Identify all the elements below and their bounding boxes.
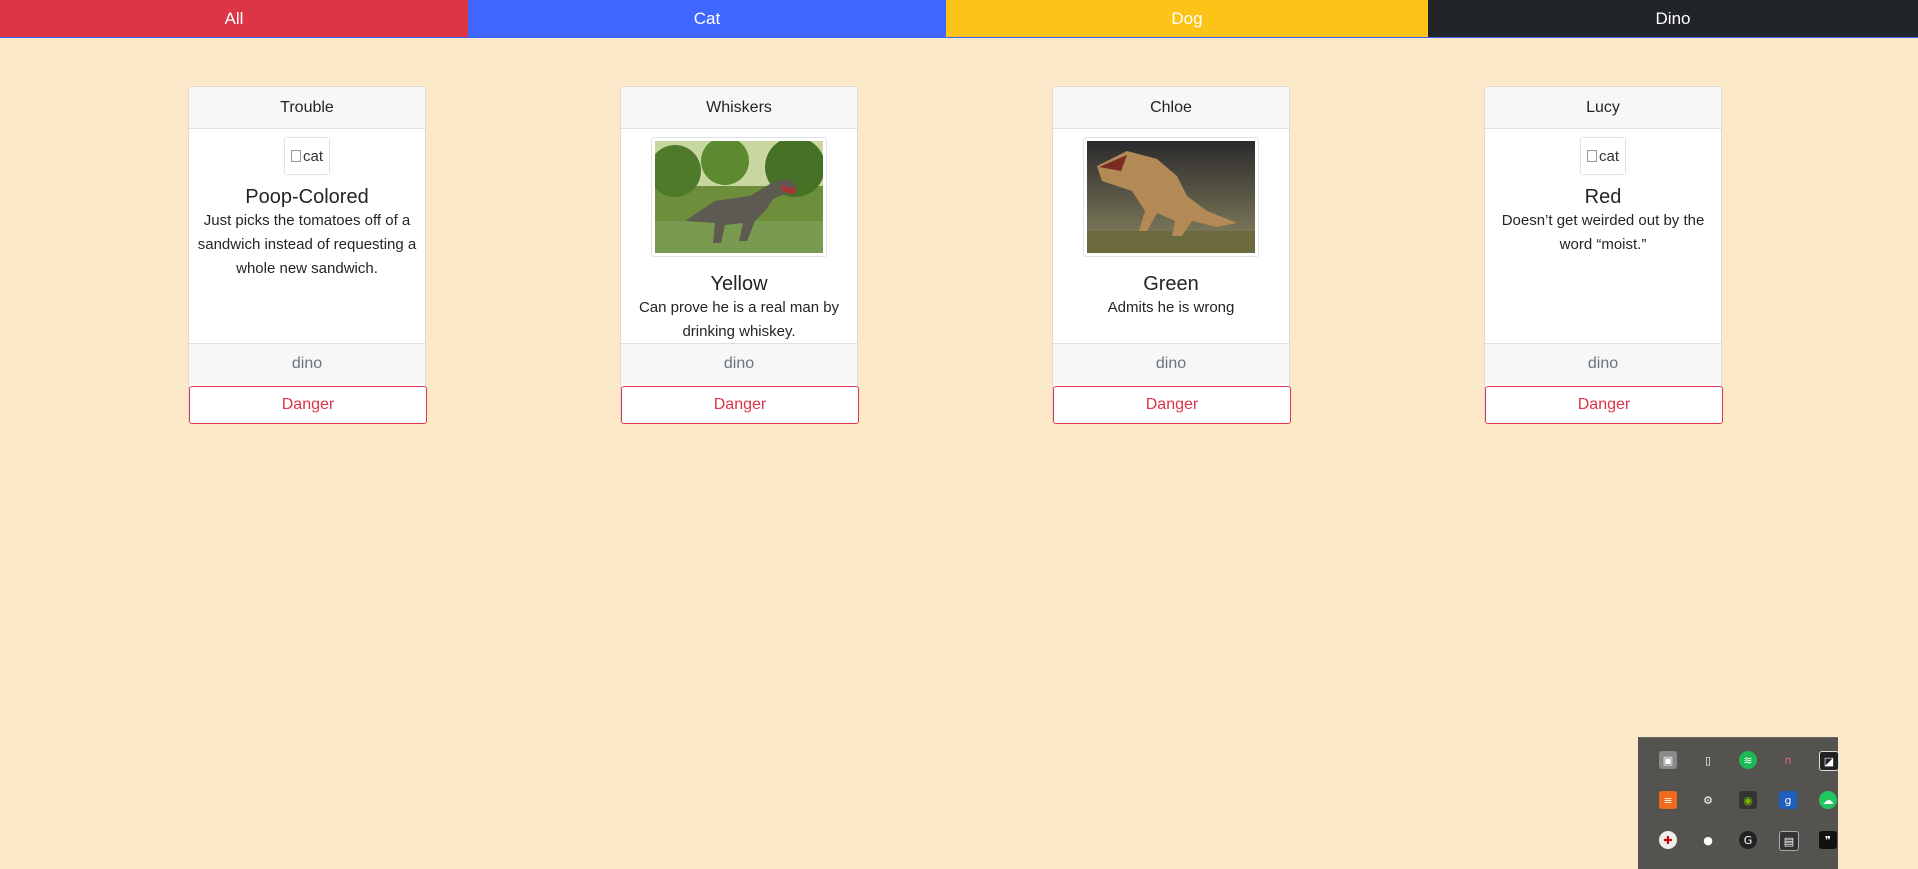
- image-alt-text: cat: [302, 147, 323, 165]
- pet-description: Admits he is wrong: [1107, 299, 1235, 316]
- danger-button[interactable]: Danger: [189, 386, 427, 424]
- quote-icon[interactable]: ❞: [1819, 831, 1837, 849]
- microphone-icon[interactable]: ●: [1699, 831, 1717, 849]
- broken-image-icon: [290, 150, 301, 162]
- pet-card: Chloe Green Admits he is wrong dino Dang…: [1052, 86, 1291, 424]
- pet-image: [1083, 137, 1259, 257]
- pet-color: Red: [1584, 186, 1622, 208]
- card-header: Whiskers: [621, 87, 857, 129]
- pet-image-broken: cat: [284, 137, 330, 175]
- pet-type: dino: [189, 343, 425, 384]
- tab-cat[interactable]: Cat: [468, 0, 946, 37]
- card-body: Yellow Can prove he is a real man by dri…: [621, 129, 857, 343]
- shield-icon[interactable]: ✚: [1659, 831, 1677, 849]
- pet-color: Poop-Colored: [245, 186, 369, 208]
- pet-description: Doesn’t get weirded out by the word “moi…: [1501, 212, 1705, 253]
- tab-dino[interactable]: Dino: [1428, 0, 1918, 37]
- monitor-icon[interactable]: ▤: [1779, 831, 1799, 851]
- danger-button[interactable]: Danger: [621, 386, 859, 424]
- dinosaur-photo: [655, 141, 823, 253]
- pet-color: Yellow: [710, 273, 768, 295]
- danger-button[interactable]: Danger: [1485, 386, 1723, 424]
- tab-all[interactable]: All: [0, 0, 468, 37]
- pet-color: Green: [1143, 273, 1199, 295]
- blue-app-icon[interactable]: g: [1779, 791, 1797, 809]
- pet-type: dino: [1053, 343, 1289, 384]
- card-header: Trouble: [189, 87, 425, 129]
- tab-dog[interactable]: Dog: [946, 0, 1428, 37]
- pet-type: dino: [1485, 343, 1721, 384]
- image-alt-text: cat: [1598, 147, 1619, 165]
- pet-image: [651, 137, 827, 257]
- broken-image-icon: [1586, 150, 1597, 162]
- photos-icon[interactable]: ▣: [1659, 751, 1677, 769]
- nvidia-icon[interactable]: ◉: [1739, 791, 1757, 809]
- card-header: Lucy: [1485, 87, 1721, 129]
- pet-type: dino: [621, 343, 857, 384]
- logitech-icon[interactable]: G: [1739, 831, 1757, 849]
- card-body: Green Admits he is wrong: [1053, 129, 1289, 343]
- danger-button[interactable]: Danger: [1053, 386, 1291, 424]
- pet-card: Lucy cat Red Doesn’t get weirded out by …: [1484, 86, 1723, 424]
- orange-app-icon[interactable]: ≡: [1659, 791, 1677, 809]
- steam-icon[interactable]: ⚙: [1699, 791, 1717, 809]
- filter-nav: All Cat Dog Dino: [0, 0, 1918, 38]
- usb-drive-icon[interactable]: ▯: [1699, 751, 1717, 769]
- card-body: cat Poop-Colored Just picks the tomatoes…: [189, 129, 425, 343]
- pet-card: Whiskers Yellow Can prove he is a real m…: [620, 86, 859, 424]
- bluetooth-magnet-icon[interactable]: ∩: [1779, 751, 1797, 769]
- card-body: cat Red Doesn’t get weirded out by the w…: [1485, 129, 1721, 343]
- pet-description: Can prove he is a real man by drinking w…: [638, 299, 840, 340]
- card-header: Chloe: [1053, 87, 1289, 129]
- display-brightness-icon[interactable]: ◪: [1819, 751, 1839, 771]
- green-cloud-icon[interactable]: ☁: [1819, 791, 1837, 809]
- pet-card: Trouble cat Poop-Colored Just picks the …: [188, 86, 427, 424]
- system-tray-overflow: ▣ ▯ ≋ ∩ ◪ ≡ ⚙ ◉ g ☁ ✚ ● G ▤ ❞: [1638, 737, 1839, 869]
- pet-description: Just picks the tomatoes off of a sandwic…: [197, 212, 417, 277]
- spotify-icon[interactable]: ≋: [1739, 751, 1757, 769]
- dinosaur-photo: [1087, 141, 1255, 253]
- pet-image-broken: cat: [1580, 137, 1626, 175]
